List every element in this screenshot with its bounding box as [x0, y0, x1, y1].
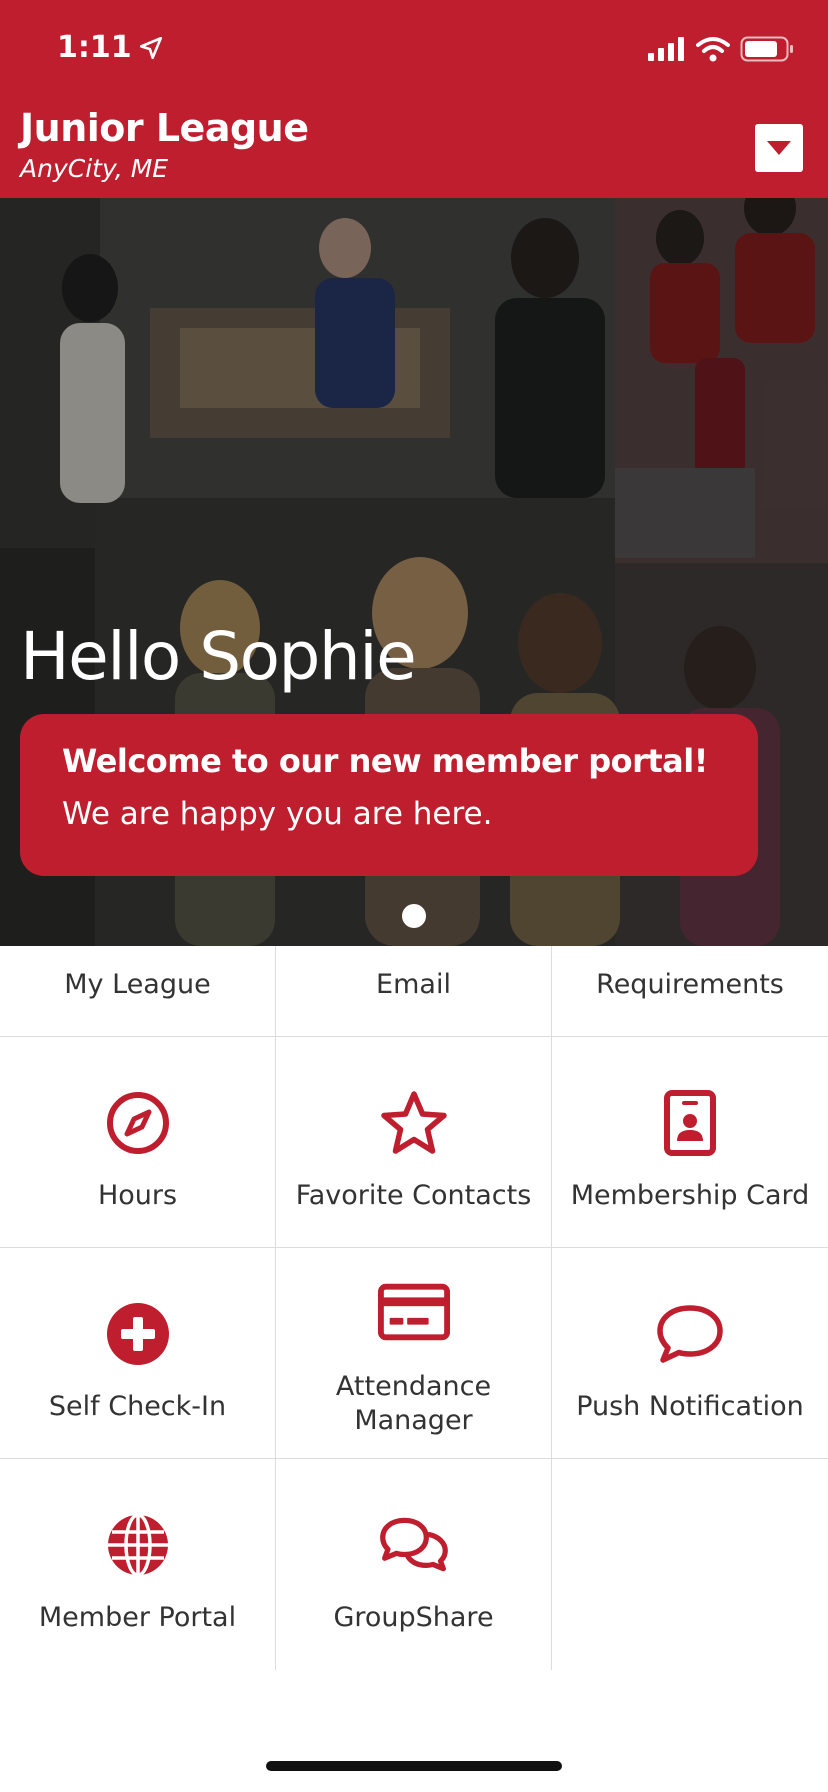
wifi-icon [696, 37, 730, 62]
compass-icon [102, 1087, 174, 1159]
tile-label: Email [376, 969, 451, 1000]
checkbox-icon [654, 946, 726, 948]
battery-icon [740, 36, 793, 62]
welcome-subtitle: We are happy you are here. [62, 796, 493, 832]
location-arrow-icon [139, 36, 162, 59]
home-indicator[interactable] [266, 1761, 562, 1771]
app-title: Junior League [20, 106, 309, 150]
credit-card-icon [377, 1276, 450, 1348]
tile-favorite-contacts[interactable]: Favorite Contacts [276, 1037, 552, 1248]
status-time-text: 1:11 [57, 30, 132, 65]
tile-attendance-manager[interactable]: Attendance Manager [276, 1248, 552, 1459]
tile-label: Attendance Manager [276, 1370, 551, 1438]
welcome-card[interactable]: Welcome to our new member portal! We are… [20, 714, 758, 876]
welcome-title: Welcome to our new member portal! [62, 742, 708, 780]
tile-groupshare[interactable]: GroupShare [276, 1459, 552, 1670]
app-header: 1:11 Junior League AnyCity, ME [0, 0, 828, 198]
tile-label: Hours [97, 1180, 178, 1211]
dropdown-menu-button[interactable] [755, 124, 803, 172]
app-subtitle: AnyCity, ME [20, 154, 169, 183]
chat-bubbles-icon [378, 1509, 450, 1581]
tile-hours[interactable]: Hours [0, 1037, 276, 1248]
tile-label: Member Portal [38, 1602, 237, 1633]
status-icons [648, 36, 794, 62]
tile-membership-card[interactable]: Membership Card [552, 1037, 828, 1248]
tile-empty [552, 1459, 828, 1670]
action-grid: My League Email Requirements Hours Favor… [0, 946, 828, 1722]
tile-label: Self Check-In [48, 1391, 227, 1422]
tile-requirements[interactable]: Requirements [552, 946, 828, 1037]
globe-icon [102, 1509, 174, 1581]
hero-banner[interactable]: Hello Sophie Welcome to our new member p… [0, 198, 828, 946]
tile-self-check-in[interactable]: Self Check-In [0, 1248, 276, 1459]
qr-code-icon [102, 946, 174, 948]
star-icon [378, 1087, 450, 1159]
tile-my-league[interactable]: My League [0, 946, 276, 1037]
tile-label-line1: Attendance [335, 1371, 492, 1402]
greeting-text: Hello Sophie [20, 618, 417, 695]
tile-label: GroupShare [333, 1602, 494, 1633]
tile-label: Favorite Contacts [295, 1180, 532, 1211]
tile-push-notification[interactable]: Push Notification [552, 1248, 828, 1459]
tile-email[interactable]: Email [276, 946, 552, 1037]
status-time: 1:11 [57, 30, 164, 65]
speech-bubble-icon [654, 1298, 726, 1370]
caret-down-icon [767, 141, 791, 155]
tile-label: Membership Card [570, 1180, 810, 1211]
id-badge-icon [654, 1087, 726, 1159]
tile-label: Requirements [596, 969, 784, 1000]
question-circle-icon [378, 946, 450, 948]
carousel-page-indicator[interactable] [402, 904, 426, 928]
tile-label: Push Notification [576, 1391, 804, 1422]
plus-circle-icon [102, 1298, 174, 1370]
tile-member-portal[interactable]: Member Portal [0, 1459, 276, 1670]
cellular-signal-icon [648, 37, 684, 61]
tile-label-line2: Manager [354, 1405, 473, 1436]
tile-label: My League [64, 969, 211, 1000]
